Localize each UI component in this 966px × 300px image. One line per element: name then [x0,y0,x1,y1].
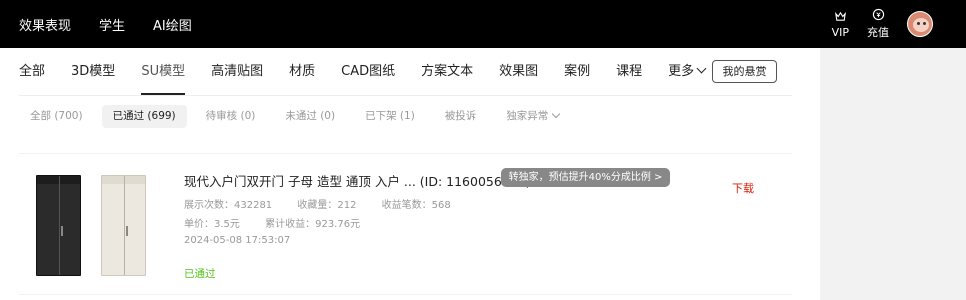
top-nav: 效果表现 学生 AI绘图 [19,0,192,48]
tab-rendering[interactable]: 效果图 [499,48,538,95]
vip-label: VIP [831,25,849,39]
vip-button[interactable]: VIP [832,10,849,39]
status-badge: 已通过 [184,268,216,280]
tab-case[interactable]: 案例 [564,48,590,95]
light-door-image [101,175,146,276]
filter-pending[interactable]: 待审核 (0) [195,105,267,128]
main-content: 全部 3D模型 SU模型 高清贴图 材质 CAD图纸 方案文本 效果图 案例 课… [0,48,820,300]
dark-door-image [36,175,81,276]
top-bar: 效果表现 学生 AI绘图 VIP 充值 [0,0,966,48]
avatar[interactable] [907,11,933,37]
item-pricing: 单价：3.5元 累计收益：923.76元 [184,215,360,230]
list-item: 现代入户门双开门 子母 造型 通顶 入户 ... (ID: 1160056393… [19,154,792,294]
product-thumbnail[interactable] [31,175,171,276]
divider [19,95,792,96]
topnav-student[interactable]: 学生 [99,15,125,34]
filter-exclusive-error[interactable]: 独家异常 [495,105,570,128]
topnav-effect[interactable]: 效果表现 [19,15,71,34]
crown-icon [834,11,846,21]
divider [19,294,792,295]
item-stats: 展示次数：432281 收藏量：212 收益笔数：568 [184,196,451,211]
tab-cad[interactable]: CAD图纸 [341,48,395,95]
recharge-label: 充值 [867,26,889,39]
item-title[interactable]: 现代入户门双开门 子母 造型 通顶 入户 ... (ID: 1160056393… [184,171,531,190]
filter-rejected[interactable]: 未通过 (0) [274,105,346,128]
convert-exclusive-button[interactable]: 转独家，预估提升40%分成比例 > [501,168,670,187]
recharge-button[interactable]: 充值 [867,8,889,40]
my-bounty-button[interactable]: 我的悬赏 [712,60,777,83]
earnings-count: 收益笔数：568 [381,200,451,211]
filter-removed[interactable]: 已下架 (1) [354,105,426,128]
tab-3d-model[interactable]: 3D模型 [71,48,115,95]
filter-exclusive-label: 独家异常 [506,110,549,122]
top-right-actions: VIP 充值 [832,0,966,48]
views-count: 展示次数：432281 [184,200,273,211]
filter-complained[interactable]: 被投诉 [434,105,488,128]
chevron-down-icon [696,63,707,74]
favorites-count: 收藏量：212 [297,200,357,211]
coin-icon [872,8,884,21]
total-earnings: 累计收益：923.76元 [265,219,361,230]
right-panel [820,48,966,300]
filter-all[interactable]: 全部 (700) [19,105,94,128]
category-tabs: 全部 3D模型 SU模型 高清贴图 材质 CAD图纸 方案文本 效果图 案例 课… [19,48,731,95]
status-filters: 全部 (700) 已通过 (699) 待审核 (0) 未通过 (0) 已下架 (… [19,105,578,128]
tab-all[interactable]: 全部 [19,48,45,95]
chevron-down-icon [552,109,561,119]
tab-more[interactable]: 更多 [668,48,707,95]
filter-approved[interactable]: 已通过 (699) [101,105,187,128]
tab-proposal[interactable]: 方案文本 [421,48,473,95]
unit-price: 单价：3.5元 [184,219,240,230]
download-link[interactable]: 下载 [732,180,754,196]
tab-hd-texture[interactable]: 高清贴图 [211,48,263,95]
tab-su-model[interactable]: SU模型 [141,48,185,95]
tab-more-label: 更多 [668,64,695,79]
topnav-ai-drawing[interactable]: AI绘图 [153,15,192,34]
item-date: 2024-05-08 17:53:07 [184,235,291,246]
tab-course[interactable]: 课程 [616,48,642,95]
tab-material[interactable]: 材质 [289,48,315,95]
